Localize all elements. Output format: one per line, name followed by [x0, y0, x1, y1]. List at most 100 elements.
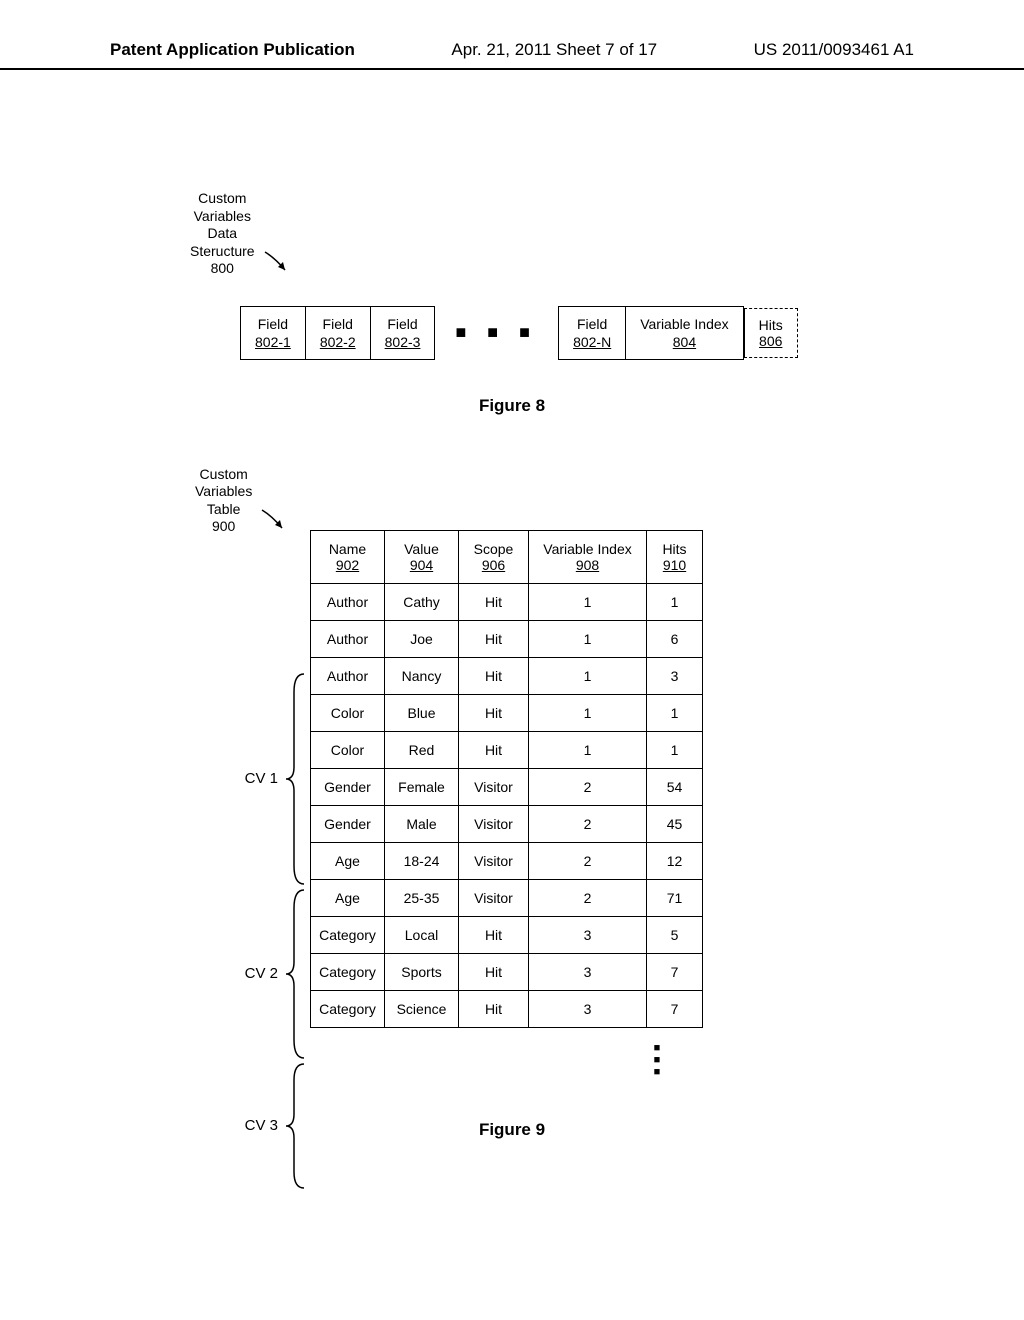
table-cell: 1	[529, 694, 647, 731]
cv1-label: CV 1	[245, 672, 306, 886]
brace-icon	[284, 672, 306, 886]
table-cell: 1	[647, 583, 703, 620]
table-cell: 25-35	[385, 879, 459, 916]
table-cell: 2	[529, 842, 647, 879]
table-cell: 7	[647, 953, 703, 990]
table-cell: Hit	[459, 731, 529, 768]
table-row: Age18-24Visitor212	[311, 842, 703, 879]
table-cell: 1	[529, 731, 647, 768]
cv-text: CV 1	[245, 770, 278, 787]
fig8-label-wrap: Custom Variables Data Steructure 800	[190, 190, 914, 278]
table-cell: Author	[311, 620, 385, 657]
table-cell: 2	[529, 879, 647, 916]
header-right: US 2011/0093461 A1	[754, 40, 914, 60]
arrow-icon	[260, 506, 290, 536]
cell-top: Field	[320, 315, 356, 333]
cell-bottom: 804	[640, 333, 728, 351]
table-cell: Cathy	[385, 583, 459, 620]
table-cell: 1	[647, 731, 703, 768]
cell-bottom: 802-3	[385, 333, 421, 351]
table-cell: 1	[647, 694, 703, 731]
fig8-variable-index-cell: Variable Index 804	[626, 306, 743, 360]
fig8-cell: Field 802-3	[371, 306, 436, 360]
fig9-layout: CV 1 CV 2 CV 3	[110, 530, 914, 1028]
table-cell: Hit	[459, 916, 529, 953]
page: Patent Application Publication Apr. 21, …	[0, 0, 1024, 1200]
table-cell: 3	[647, 657, 703, 694]
th-top: Scope	[467, 541, 520, 557]
table-cell: Nancy	[385, 657, 459, 694]
fig9-label-wrap: Custom Variables Table 900	[195, 466, 914, 536]
table-cell: 1	[529, 583, 647, 620]
table-cell: Visitor	[459, 768, 529, 805]
cell-top: Hits	[759, 317, 783, 333]
fig8-caption: Figure 8	[110, 396, 914, 416]
table-cell: 1	[529, 620, 647, 657]
table-cell: 3	[529, 953, 647, 990]
table-cell: Category	[311, 953, 385, 990]
table-row: GenderMaleVisitor245	[311, 805, 703, 842]
th-top: Hits	[655, 541, 694, 557]
table-cell: 5	[647, 916, 703, 953]
table-cell: Visitor	[459, 842, 529, 879]
table-row: AuthorJoeHit16	[311, 620, 703, 657]
table-cell: Category	[311, 916, 385, 953]
table-cell: Hit	[459, 583, 529, 620]
fig9-caption: Figure 9	[110, 1120, 914, 1140]
cell-bottom: 802-2	[320, 333, 356, 351]
fig8-label: Custom Variables Data Steructure 800	[190, 190, 255, 278]
table-cell: 71	[647, 879, 703, 916]
table-cell: 6	[647, 620, 703, 657]
th-top: Value	[393, 541, 450, 557]
table-row: CategoryScienceHit37	[311, 990, 703, 1027]
table-body: AuthorCathyHit11AuthorJoeHit16AuthorNanc…	[311, 583, 703, 1027]
table-cell: Color	[311, 731, 385, 768]
cv3-label: CV 3	[245, 1062, 306, 1190]
arrow-icon	[263, 248, 293, 278]
th-bottom: 908	[537, 557, 638, 573]
table-cell: 3	[529, 916, 647, 953]
cell-bottom: 802-N	[573, 333, 611, 351]
table-cell: 54	[647, 768, 703, 805]
table-cell: Hit	[459, 657, 529, 694]
table-row: ColorBlueHit11	[311, 694, 703, 731]
table-row: AuthorCathyHit11	[311, 583, 703, 620]
th-name: Name 902	[311, 530, 385, 583]
table-cell: Hit	[459, 694, 529, 731]
th-index: Variable Index 908	[529, 530, 647, 583]
table-cell: Author	[311, 657, 385, 694]
table-row: ColorRedHit11	[311, 731, 703, 768]
fig9-label: Custom Variables Table 900	[195, 466, 252, 536]
header-center: Apr. 21, 2011 Sheet 7 of 17	[451, 40, 657, 60]
table-cell: 2	[529, 768, 647, 805]
cell-top: Field	[573, 315, 611, 333]
fig8-cells: Field 802-1 Field 802-2 Field 802-3 ■ ■ …	[240, 306, 914, 360]
brace-icon	[284, 1062, 306, 1190]
table-row: AuthorNancyHit13	[311, 657, 703, 694]
table-cell: Joe	[385, 620, 459, 657]
table-cell: Blue	[385, 694, 459, 731]
table-cell: 18-24	[385, 842, 459, 879]
table-row: Age25-35Visitor271	[311, 879, 703, 916]
table-row: GenderFemaleVisitor254	[311, 768, 703, 805]
table-cell: Male	[385, 805, 459, 842]
cell-bottom: 806	[759, 333, 783, 349]
cv-text: CV 3	[245, 1117, 278, 1134]
fig8-cell: Field 802-2	[306, 306, 371, 360]
table-cell: Hit	[459, 953, 529, 990]
table-row: CategoryLocalHit35	[311, 916, 703, 953]
th-bottom: 904	[393, 557, 450, 573]
table-cell: Hit	[459, 620, 529, 657]
table-cell: Gender	[311, 768, 385, 805]
cell-top: Field	[255, 315, 291, 333]
table-cell: Science	[385, 990, 459, 1027]
table-cell: 45	[647, 805, 703, 842]
table-cell: 2	[529, 805, 647, 842]
fig8-cell-n: Field 802-N	[558, 306, 626, 360]
th-scope: Scope 906	[459, 530, 529, 583]
table-cell: Local	[385, 916, 459, 953]
table-row: CategorySportsHit37	[311, 953, 703, 990]
fig8-hits-cell: Hits 806	[744, 308, 798, 358]
fig8-cell: Field 802-1	[240, 306, 306, 360]
cell-top: Variable Index	[640, 315, 728, 333]
